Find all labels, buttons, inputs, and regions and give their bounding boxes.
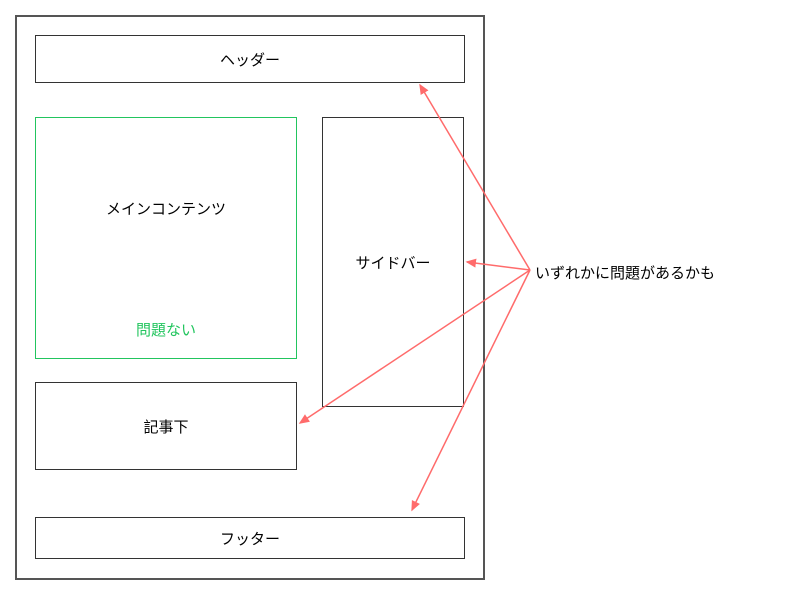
sidebar-block: サイドバー	[322, 117, 464, 407]
footer-label: フッター	[220, 528, 280, 549]
below-article-block: 記事下	[35, 382, 297, 470]
annotation-text: いずれかに問題があるかも	[535, 262, 715, 283]
main-content-note: 問題ない	[136, 319, 196, 340]
footer-block: フッター	[35, 517, 465, 559]
header-block: ヘッダー	[35, 35, 465, 83]
main-content-label: メインコンテンツ	[106, 198, 226, 219]
wireframe-container: ヘッダー メインコンテンツ 問題ない サイドバー 記事下 フッター	[15, 15, 485, 580]
header-label: ヘッダー	[220, 49, 280, 70]
main-content-block: メインコンテンツ 問題ない	[35, 117, 297, 359]
sidebar-label: サイドバー	[355, 252, 430, 273]
below-article-label: 記事下	[143, 416, 188, 437]
